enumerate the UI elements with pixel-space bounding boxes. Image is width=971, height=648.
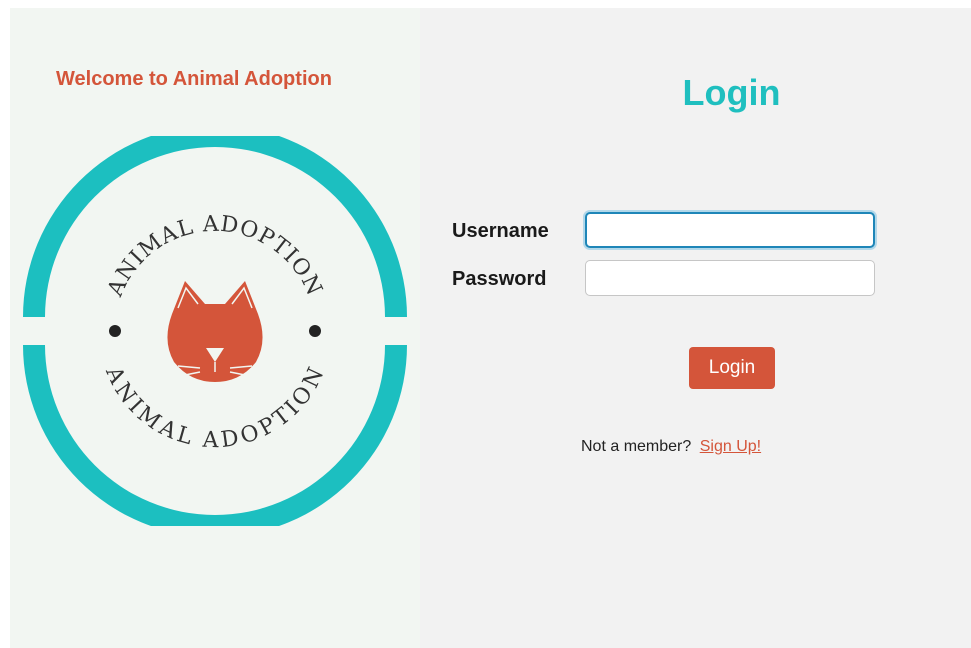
- cat-face-icon: [167, 281, 263, 382]
- password-label: Password: [452, 268, 547, 290]
- login-panel: Login Username Password Login Not a memb…: [420, 8, 971, 648]
- username-input[interactable]: [585, 212, 875, 248]
- logo-arc-top-text: ANIMAL ADOPTION: [103, 212, 327, 301]
- login-title: Login: [682, 72, 781, 113]
- welcome-panel: Welcome to Animal Adoption ANIMAL ADOPTI…: [10, 8, 420, 648]
- welcome-heading: Welcome to Animal Adoption: [56, 68, 332, 90]
- password-input[interactable]: [585, 260, 875, 296]
- username-label: Username: [452, 220, 549, 242]
- signup-link[interactable]: Sign Up!: [700, 438, 761, 455]
- signup-prompt-text: Not a member?: [581, 438, 692, 455]
- login-button[interactable]: Login: [689, 347, 775, 389]
- page-frame: Welcome to Animal Adoption ANIMAL ADOPTI…: [10, 8, 971, 648]
- animal-adoption-logo: ANIMAL ADOPTION ANIMAL ADOPTION: [23, 136, 407, 526]
- signup-prompt: Not a member? Sign Up!: [581, 438, 761, 456]
- logo-dot-left: [109, 325, 121, 337]
- logo-dot-right: [309, 325, 321, 337]
